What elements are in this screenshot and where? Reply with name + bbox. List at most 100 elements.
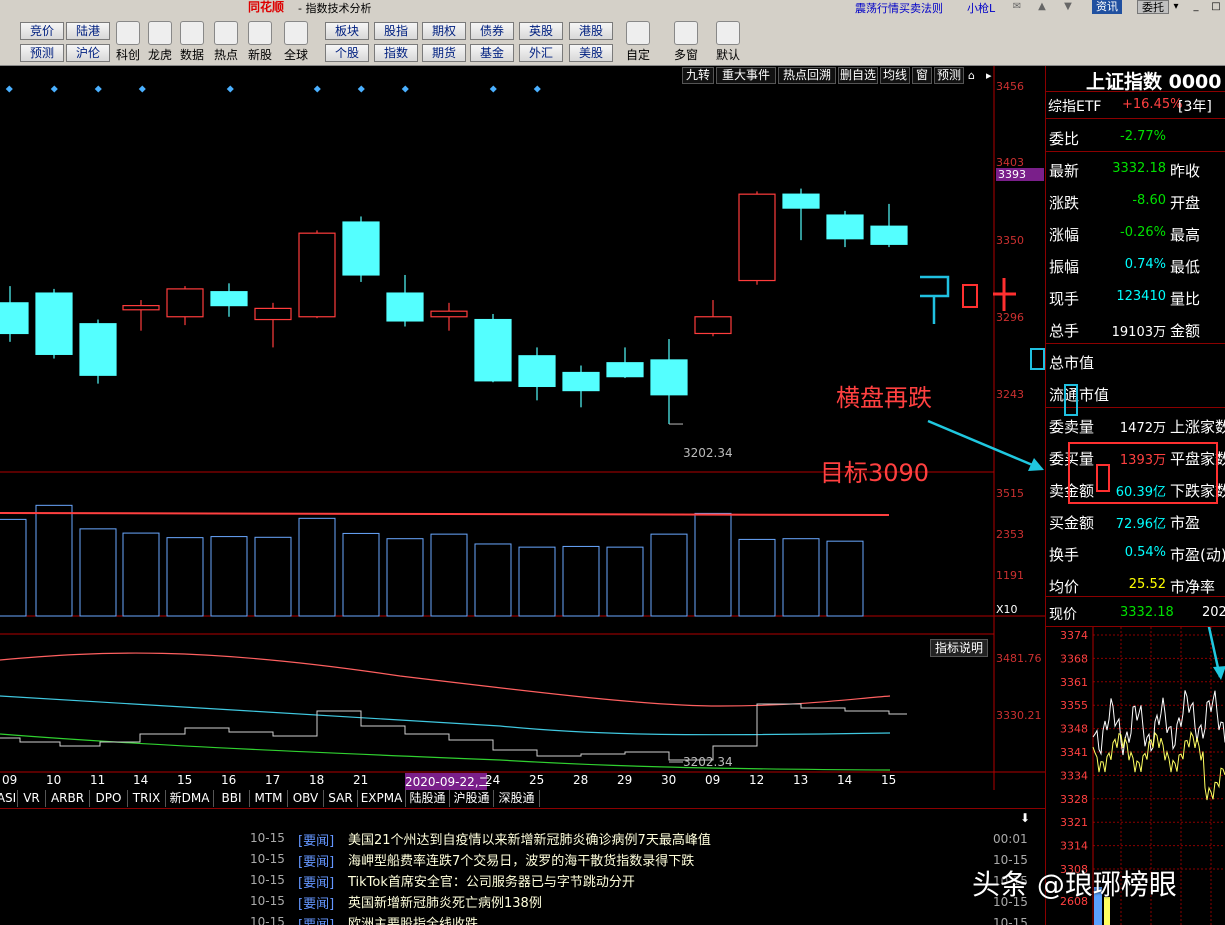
candle-body[interactable] [122, 305, 160, 311]
toolbar-button[interactable]: 期权 [422, 22, 466, 40]
event-marker[interactable] [357, 85, 365, 93]
candle-body[interactable] [650, 359, 688, 396]
etf-label[interactable]: 综指ETF [1048, 96, 1101, 116]
indicator-tab[interactable]: OBV [288, 790, 324, 807]
candle-body[interactable] [342, 221, 380, 276]
news-headline[interactable]: 英国新增新冠肺炎死亡病例138例 [348, 892, 542, 911]
event-marker[interactable] [94, 85, 102, 93]
toolbar-button[interactable]: 预测 [20, 44, 64, 62]
indicator-tab[interactable]: 深股通 [494, 790, 540, 807]
candle-body[interactable] [386, 292, 424, 322]
toolbar-button[interactable]: 个股 [325, 44, 369, 62]
toolbar-button[interactable]: 股指 [374, 22, 418, 40]
event-marker[interactable] [226, 85, 234, 93]
candle-body[interactable] [562, 371, 600, 392]
candle-body[interactable] [518, 355, 556, 388]
indicator-tab[interactable]: TRIX [128, 790, 166, 807]
volume-bar [606, 546, 644, 617]
event-marker[interactable] [313, 85, 321, 93]
toolbar-button[interactable]: 竞价 [20, 22, 64, 40]
event-marker[interactable] [489, 85, 497, 93]
candle-body[interactable] [474, 318, 512, 382]
candle-body[interactable] [298, 232, 336, 318]
toolbar-button[interactable]: 指数 [374, 44, 418, 62]
toolbar-button[interactable]: 期货 [422, 44, 466, 62]
user-link[interactable]: 小枪L [967, 0, 995, 14]
candle-body[interactable] [254, 307, 292, 321]
toolbar-tool[interactable]: 自定 [616, 18, 660, 68]
toolbar-tool[interactable]: 多窗 [664, 18, 708, 68]
toolbar-tool[interactable]: 新股 [240, 18, 280, 68]
candle-body[interactable] [79, 323, 117, 376]
quote-row: 买金额 72.96亿 市盈 [1046, 505, 1225, 537]
toolbar-button[interactable]: 沪伦 [66, 44, 110, 62]
chart-tool-button[interactable]: 均线 [880, 67, 910, 84]
news-headline[interactable]: 海岬型船费率连跌7个交易日，波罗的海干散货指数录得下跌 [348, 850, 694, 869]
event-marker[interactable] [533, 85, 541, 93]
download-icon[interactable]: ⬇ [1020, 811, 1030, 825]
indicator-tab[interactable]: 沪股通 [450, 790, 494, 807]
candle-body[interactable] [0, 302, 29, 335]
indicator-tab[interactable]: ARBR [46, 790, 90, 807]
chart-tool-button[interactable]: 九转 [682, 67, 714, 84]
indicator-tab[interactable]: VR [18, 790, 46, 807]
toolbar-tool[interactable]: 全球 [276, 18, 316, 68]
candle-body[interactable] [782, 193, 820, 209]
candle-body[interactable] [694, 316, 732, 335]
candle-body[interactable] [430, 310, 468, 318]
news-row[interactable]: 10-15 [要闻] 欧洲主要股指全线收跌 [250, 913, 1010, 925]
minimize-icon[interactable]: _ [1190, 1, 1202, 12]
chart-tool-button[interactable]: 预测 [934, 67, 964, 84]
order-button[interactable]: 委托 [1137, 0, 1169, 14]
bell-icon[interactable]: ▲ [1036, 1, 1048, 12]
indicator-tab[interactable]: 新DMA [166, 790, 214, 807]
news-headline[interactable]: 欧洲主要股指全线收跌 [348, 913, 478, 925]
news-row[interactable]: 10-15 [要闻] TikTok首席安全官：公司服务器已与字节跳动分开 [250, 871, 1010, 892]
toolbar-button[interactable]: 英股 [519, 22, 563, 40]
candle-body[interactable] [166, 288, 204, 318]
toolbar-button[interactable]: 板块 [325, 22, 369, 40]
toolbar-button[interactable]: 债券 [470, 22, 514, 40]
mail-icon[interactable]: ✉ [1011, 1, 1023, 12]
lock-icon[interactable]: ⌂ [968, 67, 982, 84]
announcement-link[interactable]: 震荡行情买卖法则 [855, 0, 943, 14]
candle-body[interactable] [826, 214, 864, 240]
candle-body[interactable] [870, 225, 908, 245]
indicator-tab[interactable]: DPO [90, 790, 128, 807]
candle-body[interactable] [606, 362, 644, 378]
event-marker[interactable] [50, 85, 58, 93]
indicator-tab[interactable]: EXPMA [358, 790, 406, 807]
info-button[interactable]: 资讯 [1092, 0, 1122, 14]
chart-tool-button[interactable]: 热点回溯 [778, 67, 836, 84]
news-row[interactable]: 10-15 [要闻] 美国21个州达到自疫情以来新增新冠肺炎确诊病例7天最高峰值 [250, 829, 1010, 850]
chart-tool-button[interactable]: 重大事件 [716, 67, 776, 84]
event-marker[interactable] [401, 85, 409, 93]
toolbar-button[interactable]: 陆港 [66, 22, 110, 40]
toolbar-button[interactable]: 基金 [470, 44, 514, 62]
indicator-tab[interactable]: MTM [250, 790, 288, 807]
news-row[interactable]: 10-15 [要闻] 海岬型船费率连跌7个交易日，波罗的海干散货指数录得下跌 [250, 850, 1010, 871]
indicator-tab[interactable]: 陆股通 [406, 790, 450, 807]
candle-body[interactable] [738, 193, 776, 282]
news-row[interactable]: 10-15 [要闻] 英国新增新冠肺炎死亡病例138例 [250, 892, 1010, 913]
indicator-tab[interactable]: ASI [0, 790, 18, 807]
toolbar-tool[interactable]: 默认 [706, 18, 750, 68]
toolbar-button[interactable]: 港股 [569, 22, 613, 40]
indicator-tab[interactable]: BBI [214, 790, 250, 807]
event-marker[interactable] [5, 85, 13, 93]
candle-body[interactable] [210, 291, 248, 307]
toolbar-button[interactable]: 外汇 [519, 44, 563, 62]
indicator-tab[interactable]: SAR [324, 790, 358, 807]
chart-tool-button[interactable]: 窗 [912, 67, 932, 84]
toolbar-button[interactable]: 美股 [569, 44, 613, 62]
shirt-icon[interactable]: ▼ [1062, 1, 1074, 12]
dropdown-icon[interactable]: ▾ [1170, 1, 1182, 12]
news-headline[interactable]: 美国21个州达到自疫情以来新增新冠肺炎确诊病例7天最高峰值 [348, 829, 711, 848]
maximize-icon[interactable]: □ [1210, 1, 1222, 12]
news-headline[interactable]: TikTok首席安全官：公司服务器已与字节跳动分开 [348, 871, 635, 890]
candle-body[interactable] [35, 292, 73, 355]
indicator-help-button[interactable]: 指标说明 [930, 639, 989, 657]
chart-tool-button[interactable]: 删自选 [838, 67, 878, 84]
quote-row: 换手 0.54% 市盈(动) [1046, 537, 1225, 569]
event-marker[interactable] [138, 85, 146, 93]
